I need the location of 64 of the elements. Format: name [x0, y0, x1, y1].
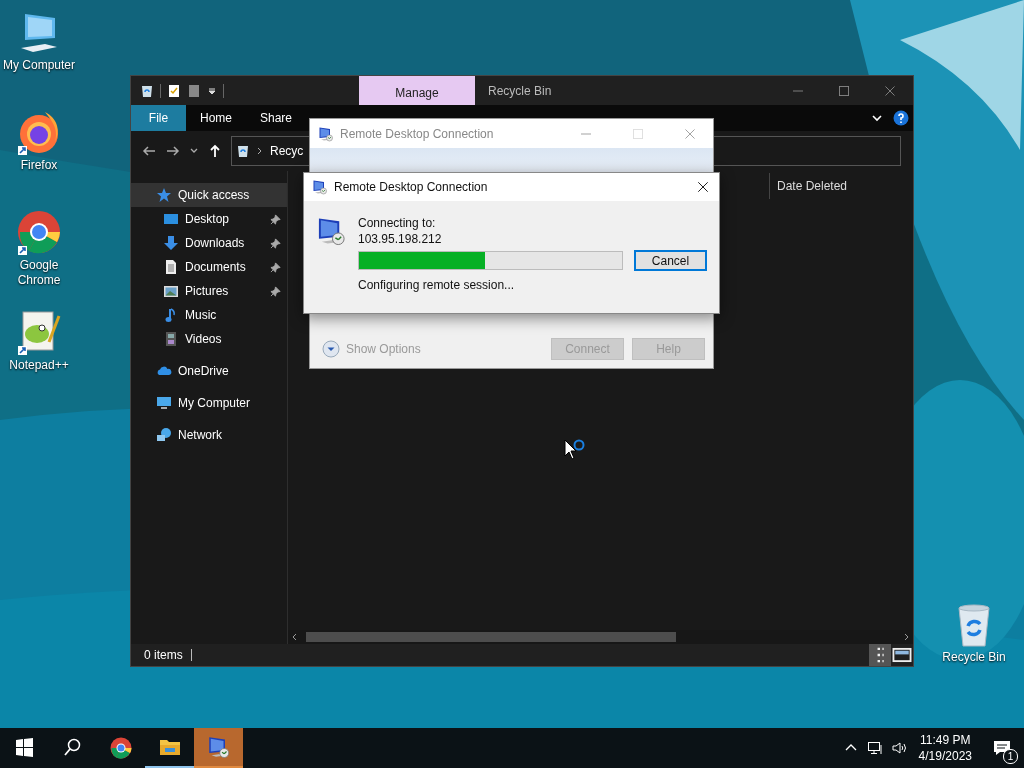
sidebar-item[interactable]: Desktop — [131, 207, 287, 231]
message-icon — [992, 738, 1012, 758]
scroll-right-icon[interactable] — [904, 633, 909, 641]
document-icon — [163, 259, 179, 275]
desktop-shortcut[interactable]: Google Chrome — [0, 208, 78, 288]
recycle-bin-icon — [236, 144, 250, 158]
column-header[interactable]: Date Deleted — [769, 173, 913, 199]
dialog-title: Remote Desktop Connection — [340, 126, 494, 141]
date-text: 4/19/2023 — [918, 748, 972, 764]
ribbon-tab[interactable]: Share — [246, 105, 307, 131]
file-tab[interactable]: File — [131, 105, 186, 131]
remote-desktop-icon — [312, 179, 328, 195]
properties-icon — [167, 83, 181, 98]
details-view-icon[interactable] — [869, 644, 891, 666]
sidebar-item[interactable]: Network — [131, 423, 287, 447]
desktop-shortcut[interactable]: My Computer — [0, 8, 78, 73]
recycle-bin-icon — [140, 83, 154, 98]
pictures-icon — [163, 283, 179, 299]
notification-badge: 1 — [1003, 749, 1018, 764]
dropdown-icon[interactable] — [207, 85, 217, 96]
contextual-tab[interactable]: Manage — [359, 76, 475, 105]
sidebar-item[interactable]: Quick access — [131, 183, 287, 207]
sidebar-item[interactable]: Downloads — [131, 231, 287, 255]
sidebar-item[interactable]: Videos — [131, 327, 287, 351]
desktop-shortcut[interactable]: Recycle Bin — [934, 600, 1014, 665]
star-icon — [156, 187, 172, 203]
connecting-label: Connecting to: — [358, 215, 436, 231]
cancel-button[interactable]: Cancel — [634, 250, 707, 271]
sidebar-item[interactable]: Music — [131, 303, 287, 327]
chameleon-notepad-icon — [15, 308, 63, 356]
status-message: Configuring remote session... — [358, 277, 515, 293]
expand-icon — [322, 340, 340, 358]
sidebar-item[interactable]: My Computer — [131, 391, 287, 415]
chrome-icon — [15, 208, 63, 256]
download-icon — [163, 235, 179, 251]
ip-address: 103.95.198.212 — [358, 231, 442, 247]
window-title: Recycle Bin — [487, 82, 553, 100]
item-count: 0 items — [131, 649, 192, 661]
folder-icon — [187, 83, 201, 98]
notification-button[interactable]: 1 — [980, 728, 1024, 768]
chevron-down-icon[interactable] — [871, 112, 883, 124]
help-icon[interactable] — [893, 110, 909, 126]
ribbon-tab[interactable]: Home — [186, 105, 246, 131]
monitor-icon — [156, 395, 172, 411]
time-text: 11:49 PM — [920, 732, 971, 748]
sidebar-item[interactable]: Pictures — [131, 279, 287, 303]
scroll-left-icon[interactable] — [292, 633, 297, 641]
remote-desktop-icon — [316, 215, 347, 247]
desktop-shortcut[interactable]: Notepad++ — [0, 308, 78, 373]
chrome-icon — [108, 736, 133, 760]
network-icon — [156, 427, 172, 443]
busy-cursor-icon — [564, 439, 586, 463]
maximize-icon[interactable] — [839, 85, 849, 96]
sidebar-item[interactable]: Documents — [131, 255, 287, 279]
clock[interactable]: 11:49 PM 4/19/2023 — [910, 732, 980, 764]
remote-desktop-icon — [318, 125, 334, 142]
sidebar-item[interactable]: OneDrive — [131, 359, 287, 383]
film-icon — [163, 331, 179, 347]
maximize-icon — [633, 128, 643, 139]
close-icon[interactable] — [697, 181, 709, 193]
desktop-icon — [163, 211, 179, 227]
remote-desktop-icon — [206, 735, 231, 759]
desktop-shortcut[interactable]: Firefox — [0, 108, 78, 173]
dialog-title: Remote Desktop Connection — [334, 180, 488, 194]
